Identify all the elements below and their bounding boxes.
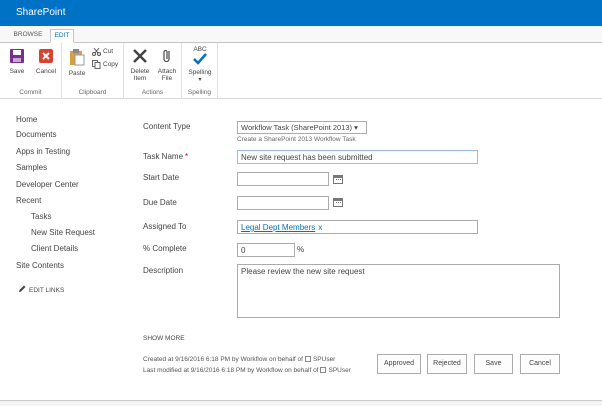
spelling-group-label: Spelling bbox=[187, 89, 212, 96]
cancel-button[interactable]: Cancel bbox=[520, 354, 560, 374]
suite-bar: SharePoint bbox=[0, 0, 602, 26]
attach-file-ribbon-label: Attach File bbox=[157, 68, 177, 82]
nav-item-tasks[interactable]: Tasks bbox=[31, 212, 51, 221]
show-more-link[interactable]: SHOW MORE bbox=[143, 335, 185, 342]
nav-item-client-details[interactable]: Client Details bbox=[31, 244, 78, 253]
scissors-icon bbox=[92, 47, 101, 56]
actions-group-label: Actions bbox=[141, 89, 164, 96]
modified-user[interactable]: SPUser bbox=[328, 367, 350, 374]
copy-icon bbox=[92, 60, 101, 69]
save-ribbon-label: Save bbox=[9, 68, 25, 75]
presence-icon bbox=[304, 356, 311, 362]
ribbon: Save Cancel Commit Paste Cut Copy Clipbo… bbox=[0, 43, 602, 99]
nav-item-developer-center[interactable]: Developer Center bbox=[16, 180, 79, 189]
nav-item-apps-in-testing[interactable]: Apps in Testing bbox=[16, 147, 70, 156]
chevron-down-icon: ▾ bbox=[198, 77, 202, 83]
percent-complete-label: % Complete bbox=[143, 244, 187, 253]
task-name-label-text: Task Name bbox=[143, 152, 184, 161]
rejected-button[interactable]: Rejected bbox=[427, 354, 467, 374]
modified-text: Last modified at 9/16/2016 6:18 PM by Wo… bbox=[143, 367, 319, 374]
save-icon bbox=[6, 48, 28, 66]
ribbon-group-commit: Save Cancel Commit bbox=[0, 43, 62, 99]
description-label: Description bbox=[143, 266, 184, 275]
created-text: Created at 9/16/2016 6:18 PM by Workflow… bbox=[143, 356, 303, 363]
cancel-ribbon-button[interactable]: Cancel bbox=[33, 48, 59, 75]
description-textarea[interactable]: Please review the new site request bbox=[237, 264, 560, 318]
paperclip-icon bbox=[155, 48, 179, 66]
assigned-to-person[interactable]: Legal Dept Members bbox=[241, 223, 315, 232]
start-date-calendar-icon[interactable] bbox=[333, 175, 343, 184]
delete-item-ribbon-label: Delete Item bbox=[130, 68, 150, 82]
ribbon-group-clipboard: Paste Cut Copy Clipboard bbox=[62, 43, 124, 99]
spelling-ribbon-label: Spelling bbox=[188, 69, 212, 76]
cancel-icon bbox=[33, 48, 59, 66]
delete-item-ribbon-button[interactable]: Delete Item bbox=[128, 48, 152, 82]
pencil-icon bbox=[19, 285, 26, 292]
spelling-ribbon-button[interactable]: ABC Spelling ▾ bbox=[185, 46, 215, 83]
attach-file-ribbon-button[interactable]: Attach File bbox=[155, 48, 179, 82]
save-button[interactable]: Save bbox=[474, 354, 513, 374]
task-name-input[interactable]: New site request has been submitted bbox=[237, 150, 478, 164]
paste-ribbon-label: Paste bbox=[68, 70, 86, 77]
nav-item-samples[interactable]: Samples bbox=[16, 163, 47, 172]
content-type-label: Content Type bbox=[143, 122, 191, 131]
paste-icon bbox=[66, 48, 88, 68]
copy-ribbon-button[interactable]: Copy bbox=[92, 60, 118, 69]
modified-info: Last modified at 9/16/2016 6:18 PM by Wo… bbox=[143, 367, 351, 374]
content-type-hint: Create a SharePoint 2013 Workflow Task bbox=[237, 136, 356, 143]
edit-links-button[interactable]: EDIT LINKS bbox=[18, 285, 64, 294]
bottom-border bbox=[0, 400, 602, 406]
assigned-to-label: Assigned To bbox=[143, 222, 187, 231]
content-type-select[interactable]: Workflow Task (SharePoint 2013) ▾ bbox=[237, 121, 367, 134]
cut-ribbon-label: Cut bbox=[103, 48, 114, 56]
cut-ribbon-button[interactable]: Cut bbox=[92, 47, 113, 56]
due-date-input[interactable] bbox=[237, 196, 329, 210]
copy-ribbon-label: Copy bbox=[103, 61, 119, 69]
commit-group-label: Commit bbox=[19, 89, 42, 96]
checkmark-icon bbox=[185, 53, 215, 67]
ribbon-group-spelling: ABC Spelling ▾ Spelling bbox=[182, 43, 218, 99]
approved-button[interactable]: Approved bbox=[377, 354, 421, 374]
presence-icon bbox=[320, 367, 327, 373]
assigned-to-input[interactable]: Legal Dept Members x bbox=[237, 220, 478, 234]
ribbon-group-actions: Delete Item Attach File Actions bbox=[124, 43, 182, 99]
nav-item-site-contents[interactable]: Site Contents bbox=[16, 261, 64, 270]
start-date-label: Start Date bbox=[143, 173, 180, 182]
task-name-label: Task Name * bbox=[143, 152, 188, 161]
percent-sign: % bbox=[297, 245, 305, 254]
required-marker: * bbox=[185, 152, 189, 161]
cancel-ribbon-label: Cancel bbox=[35, 68, 57, 75]
created-user[interactable]: SPUser bbox=[313, 356, 335, 363]
brand-title[interactable]: SharePoint bbox=[16, 7, 65, 18]
nav-item-home[interactable]: Home bbox=[16, 115, 37, 124]
delete-icon bbox=[128, 48, 152, 66]
ribbon-tab-row: BROWSE EDIT bbox=[0, 26, 602, 43]
start-date-input[interactable] bbox=[237, 172, 329, 186]
edit-links-label: EDIT LINKS bbox=[29, 287, 65, 294]
paste-ribbon-button[interactable]: Paste bbox=[66, 48, 88, 77]
tab-edit[interactable]: EDIT bbox=[50, 29, 74, 43]
nav-item-new-site-request[interactable]: New Site Request bbox=[31, 228, 95, 237]
nav-item-documents[interactable]: Documents bbox=[16, 130, 56, 139]
spelling-abc-label: ABC bbox=[193, 46, 207, 53]
due-date-calendar-icon[interactable] bbox=[333, 198, 343, 207]
percent-complete-input[interactable]: 0 bbox=[237, 243, 295, 257]
clipboard-group-label: Clipboard bbox=[78, 89, 107, 96]
remove-person-button[interactable]: x bbox=[318, 223, 322, 232]
tab-browse[interactable]: BROWSE bbox=[10, 29, 46, 43]
due-date-label: Due Date bbox=[143, 198, 177, 207]
created-info: Created at 9/16/2016 6:18 PM by Workflow… bbox=[143, 356, 335, 363]
save-ribbon-button[interactable]: Save bbox=[6, 48, 28, 75]
nav-item-recent[interactable]: Recent bbox=[16, 196, 41, 205]
